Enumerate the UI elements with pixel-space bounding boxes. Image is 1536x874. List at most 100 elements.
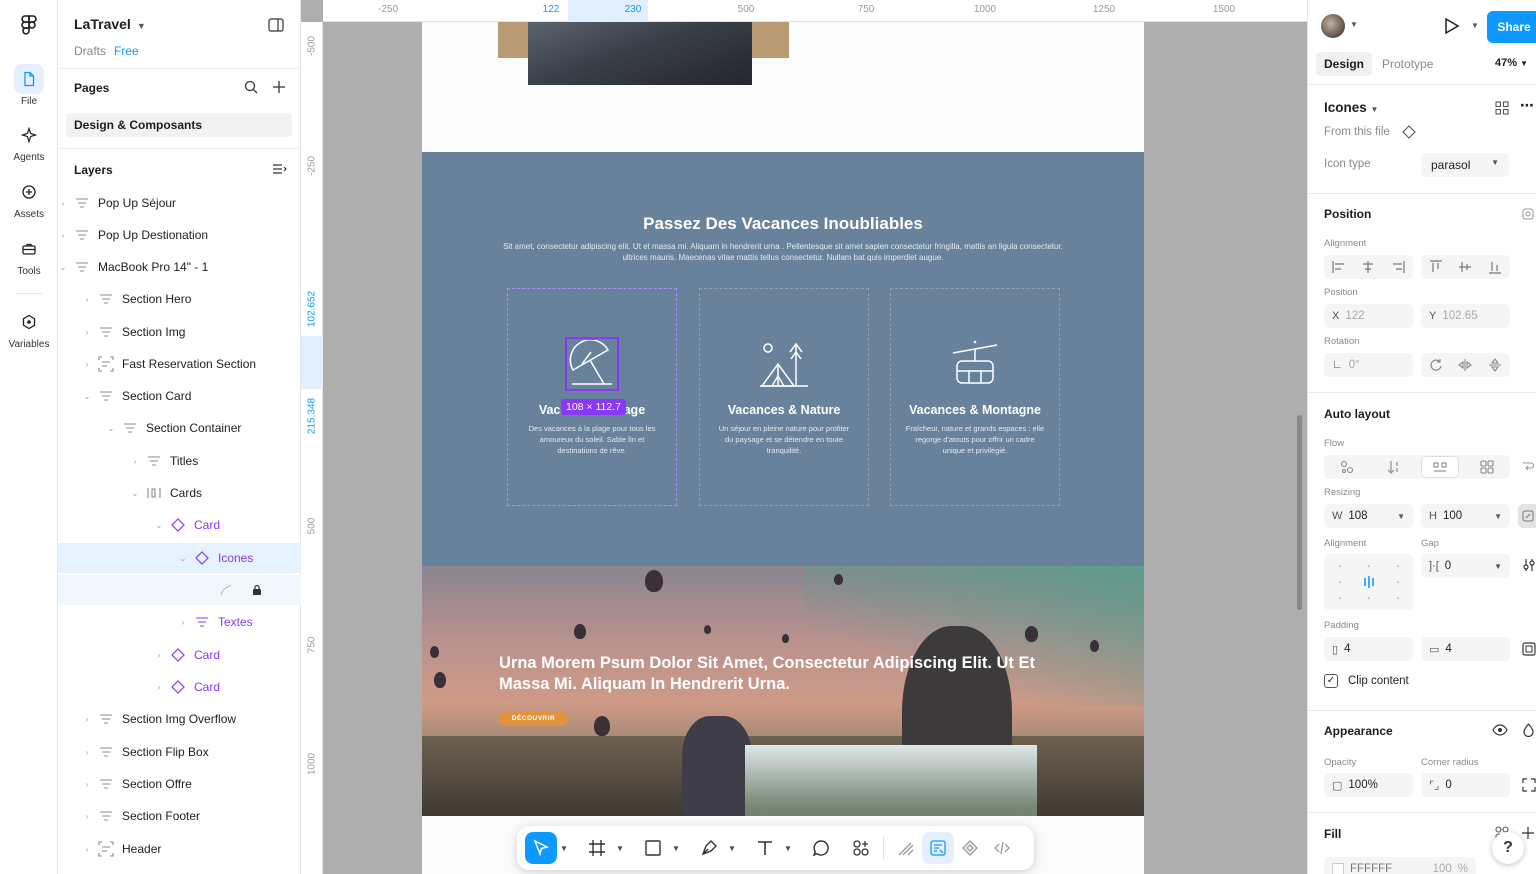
layer-row[interactable]: › Textes bbox=[58, 607, 301, 637]
flow-freeform-button[interactable] bbox=[1329, 457, 1365, 477]
card-nature[interactable]: Vacances & Nature Un séjour en pleine na… bbox=[699, 288, 869, 506]
component-diamond-icon[interactable] bbox=[1402, 125, 1416, 139]
icones[interactable] bbox=[948, 337, 1002, 391]
instance-grid-icon[interactable] bbox=[1495, 101, 1509, 115]
page-item-design-composants[interactable]: Design & Composants bbox=[66, 113, 292, 137]
eye-icon[interactable] bbox=[1492, 724, 1508, 736]
layer-expand-chevron-icon[interactable]: ⌄ bbox=[130, 489, 140, 498]
gap-field[interactable]: ]·[0 ▼ bbox=[1421, 554, 1510, 578]
pen-tool-button[interactable] bbox=[693, 832, 725, 864]
chevron-down-icon[interactable]: ▼ bbox=[1471, 21, 1479, 30]
layers-options-icon[interactable] bbox=[272, 162, 288, 176]
align-middle-button[interactable] bbox=[1452, 257, 1478, 277]
align-bottom-button[interactable] bbox=[1482, 257, 1508, 277]
layer-row[interactable]: › Section Img bbox=[58, 317, 301, 347]
layer-expand-chevron-icon[interactable]: ⌄ bbox=[154, 521, 164, 530]
padding-vertical-field[interactable]: ▭ 4 bbox=[1421, 637, 1510, 661]
card-plage[interactable]: Vacances & Plage Des vacances à la plage… bbox=[507, 288, 677, 506]
help-button[interactable]: ? bbox=[1492, 832, 1524, 864]
add-page-icon[interactable] bbox=[272, 80, 286, 94]
individual-padding-icon[interactable] bbox=[1522, 642, 1536, 656]
aspect-ratio-lock-button[interactable] bbox=[1518, 504, 1536, 528]
code-tool-button[interactable] bbox=[986, 832, 1018, 864]
align-left-button[interactable] bbox=[1326, 257, 1352, 277]
dev-annotate-tool-button[interactable] bbox=[922, 832, 954, 864]
layer-expand-chevron-icon[interactable]: › bbox=[58, 231, 68, 240]
rail-variables[interactable]: Variables bbox=[4, 307, 54, 350]
avatar[interactable] bbox=[1321, 14, 1345, 38]
individual-corners-icon[interactable] bbox=[1522, 778, 1536, 792]
draw-tool-button[interactable] bbox=[890, 832, 922, 864]
layer-expand-chevron-icon[interactable]: ⌄ bbox=[106, 424, 116, 433]
layer-expand-chevron-icon[interactable]: › bbox=[154, 651, 164, 660]
constraints-icon[interactable] bbox=[1522, 208, 1534, 220]
layer-expand-chevron-icon[interactable]: › bbox=[82, 715, 92, 724]
figma-logo-icon[interactable] bbox=[18, 14, 40, 36]
layer-row[interactable]: ⌄ MacBook Pro 14" - 1 bbox=[58, 252, 301, 282]
layout-settings-icon[interactable] bbox=[1522, 558, 1536, 572]
layer-row[interactable]: › Pop Up Séjour bbox=[58, 188, 301, 218]
flip-horizontal-button[interactable] bbox=[1452, 355, 1478, 375]
drafts-link[interactable]: Drafts bbox=[74, 44, 106, 58]
project-name-menu[interactable]: LaTravel ▼ bbox=[74, 16, 146, 32]
chevron-down-icon[interactable]: ▼ bbox=[669, 844, 683, 853]
layer-expand-chevron-icon[interactable]: › bbox=[82, 780, 92, 789]
align-top-button[interactable] bbox=[1423, 257, 1449, 277]
rail-assets[interactable]: Assets bbox=[4, 177, 54, 220]
chevron-down-icon[interactable]: ▼ bbox=[781, 844, 795, 853]
layer-row[interactable]: ⌄ Cards bbox=[58, 478, 301, 508]
wrap-icon[interactable] bbox=[1522, 460, 1534, 472]
icones-selected[interactable] bbox=[565, 337, 619, 391]
corner-radius-field[interactable]: ⌜⌟ 0 bbox=[1421, 773, 1510, 797]
share-button[interactable]: Share bbox=[1487, 11, 1536, 43]
lock-icon[interactable] bbox=[252, 584, 262, 596]
align-center-h-button[interactable] bbox=[1355, 257, 1381, 277]
layer-row[interactable]: › Section Img Overflow bbox=[58, 704, 301, 734]
layer-expand-chevron-icon[interactable]: › bbox=[154, 683, 164, 692]
layer-expand-chevron-icon[interactable]: › bbox=[82, 812, 92, 821]
align-right-button[interactable] bbox=[1385, 257, 1411, 277]
chevron-down-icon[interactable]: ▼ bbox=[613, 844, 627, 853]
search-icon[interactable] bbox=[244, 80, 258, 94]
layer-expand-chevron-icon[interactable]: › bbox=[82, 295, 92, 304]
actions-tool-button[interactable] bbox=[845, 832, 877, 864]
tab-prototype[interactable]: Prototype bbox=[1374, 52, 1441, 76]
canvas[interactable]: -250 122 230 500 750 1000 1250 1500 -500… bbox=[301, 0, 1307, 874]
layer-row[interactable]: ⌄ Card bbox=[58, 510, 301, 540]
layer-row[interactable]: › Section Footer bbox=[58, 801, 301, 831]
move-tool-button[interactable] bbox=[525, 832, 557, 864]
layer-expand-chevron-icon[interactable]: › bbox=[82, 845, 92, 854]
layer-row[interactable]: › Header bbox=[58, 834, 301, 864]
rotation-field[interactable]: ∟ 0° bbox=[1324, 353, 1413, 377]
layer-expand-chevron-icon[interactable]: › bbox=[58, 199, 68, 208]
fill-color-field[interactable]: FFFFFF 100% bbox=[1324, 857, 1476, 874]
icones[interactable] bbox=[757, 337, 811, 391]
icon-type-select[interactable]: parasol ▼ bbox=[1421, 153, 1509, 177]
more-options-icon[interactable]: ⋯ bbox=[1520, 97, 1534, 114]
layer-expand-chevron-icon[interactable]: › bbox=[130, 457, 140, 466]
rail-agents[interactable]: Agents bbox=[4, 120, 54, 163]
chevron-down-icon[interactable]: ▼ bbox=[725, 844, 739, 853]
layer-row[interactable]: › Card bbox=[58, 672, 301, 702]
component-name[interactable]: Icones ▼ bbox=[1324, 100, 1378, 115]
opacity-field[interactable]: ▢ 100% bbox=[1324, 773, 1413, 797]
canvas-scrollbar[interactable] bbox=[1297, 415, 1302, 610]
plan-badge[interactable]: Free bbox=[114, 44, 139, 58]
clip-content-checkbox[interactable]: ✓ bbox=[1324, 674, 1338, 688]
rotate-button[interactable] bbox=[1423, 355, 1449, 375]
layer-row[interactable]: › Fast Reservation Section bbox=[58, 349, 301, 379]
tab-design[interactable]: Design bbox=[1316, 52, 1373, 76]
layer-expand-chevron-icon[interactable]: › bbox=[82, 328, 92, 337]
card-montagne[interactable]: Vacances & Montagne Fraîcheur, nature et… bbox=[890, 288, 1060, 506]
layer-row[interactable]: ⌄ Section Container bbox=[58, 413, 301, 443]
rectangle-tool-button[interactable] bbox=[637, 832, 669, 864]
height-field[interactable]: H 100 ▼ bbox=[1421, 504, 1510, 528]
zoom-level[interactable]: 47% ▼ bbox=[1495, 57, 1528, 69]
section-img-overflow[interactable]: Urna Morem Psum Dolor Sit Amet, Consecte… bbox=[422, 566, 1144, 816]
padding-horizontal-field[interactable]: ▯ 4 bbox=[1324, 637, 1413, 661]
palm-image[interactable] bbox=[745, 745, 1037, 816]
section-card[interactable]: Passez Des Vacances Inoubliables Sit ame… bbox=[422, 152, 1144, 566]
layer-expand-chevron-icon[interactable]: ⌄ bbox=[58, 263, 68, 272]
y-position-field[interactable]: Y 102.65 bbox=[1421, 304, 1510, 328]
frame-tool-button[interactable] bbox=[581, 832, 613, 864]
